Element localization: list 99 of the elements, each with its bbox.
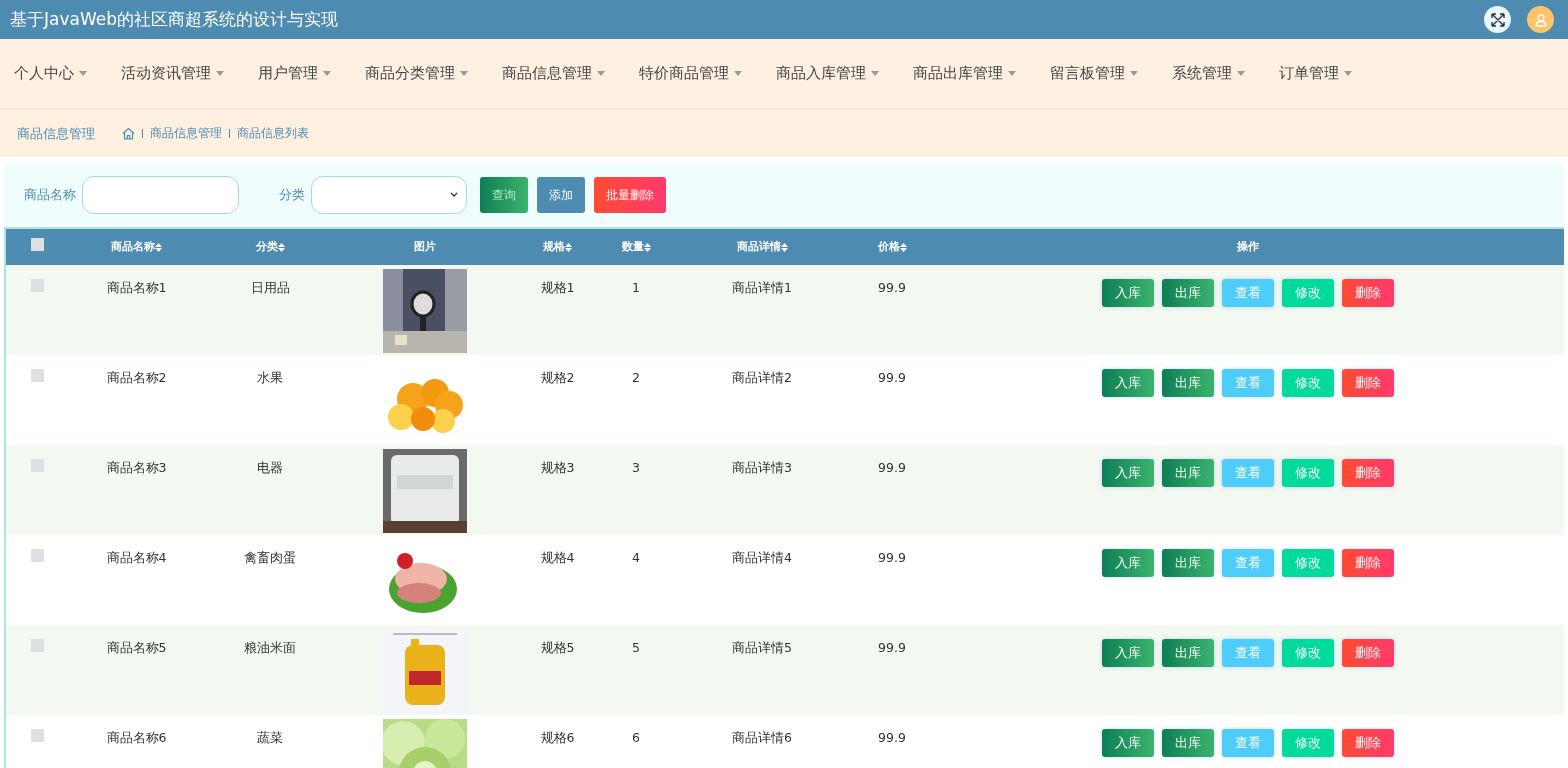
table-cell: 规格6 — [540, 730, 575, 746]
column-header: 操作 — [1237, 238, 1259, 255]
table-cell: 水果 — [257, 370, 283, 386]
toolbar-button[interactable]: 添加 — [537, 176, 585, 213]
table-cell: 99.9 — [878, 460, 906, 476]
select-all-checkbox[interactable] — [30, 237, 44, 251]
table-cell: 2 — [632, 370, 640, 386]
table-cell: 4 — [632, 550, 640, 566]
nav-menu-item[interactable]: 活动资讯管理 — [121, 62, 224, 85]
breadcrumb-link[interactable]: 商品信息列表 — [237, 124, 309, 143]
breadcrumb-separator-icon — [142, 128, 143, 138]
row-action-button[interactable]: 删除 — [1342, 729, 1394, 758]
table-cell: 99.9 — [878, 640, 906, 656]
toolbar-button[interactable]: 查询 — [480, 176, 528, 213]
row-action-button[interactable]: 出库 — [1162, 639, 1214, 668]
column-header[interactable]: 价格 — [877, 238, 900, 256]
table-cell: 规格4 — [540, 550, 575, 566]
table-cell: 商品详情3 — [732, 460, 792, 476]
table-cell: 5 — [632, 640, 640, 656]
table-cell: 规格3 — [540, 460, 575, 476]
table-cell: 规格2 — [540, 370, 575, 386]
field-label: 分类 — [279, 185, 305, 204]
sort-icon[interactable] — [899, 242, 907, 252]
nav-menu-item[interactable]: 商品出库管理 — [913, 62, 1016, 85]
row-checkbox[interactable] — [30, 549, 44, 563]
table-cell: 粮油米面 — [244, 640, 296, 656]
table-cell: 商品名称1 — [106, 280, 167, 296]
row-action-button[interactable]: 出库 — [1162, 549, 1214, 578]
nav-menu-item[interactable]: 商品入库管理 — [776, 62, 879, 85]
row-action-button[interactable]: 入库 — [1102, 639, 1154, 668]
row-action-button[interactable]: 入库 — [1102, 729, 1154, 758]
table-cell: 商品详情6 — [732, 730, 792, 746]
row-action-button[interactable]: 删除 — [1342, 369, 1394, 398]
column-header[interactable]: 商品名称 — [111, 238, 155, 256]
table-cell: 商品名称6 — [106, 730, 167, 746]
nav-menu-item[interactable]: 用户管理 — [258, 62, 331, 85]
table-cell: 商品详情5 — [732, 640, 792, 656]
column-header[interactable]: 规格 — [543, 238, 565, 256]
table-cell: 99.9 — [878, 370, 906, 386]
row-action-button[interactable]: 删除 — [1342, 279, 1394, 308]
row-action-button[interactable]: 删除 — [1342, 459, 1394, 488]
home-icon[interactable] — [122, 126, 135, 140]
table-cell: 规格5 — [540, 640, 575, 656]
sort-icon[interactable] — [565, 242, 572, 252]
nav-menu-item[interactable]: 商品信息管理 — [502, 62, 605, 85]
table-cell: 商品详情2 — [732, 370, 792, 386]
table-cell: 99.9 — [878, 280, 906, 296]
table-cell: 99.9 — [878, 550, 906, 566]
table-cell: 3 — [632, 460, 640, 476]
table-cell: 日用品 — [250, 280, 290, 296]
table-cell: 商品详情4 — [732, 550, 792, 566]
page-title: 商品信息管理 — [17, 124, 95, 143]
row-action-button[interactable]: 入库 — [1102, 369, 1154, 398]
fullscreen-icon[interactable] — [1484, 6, 1511, 34]
nav-menu-item[interactable]: 留言板管理 — [1050, 62, 1138, 85]
row-action-button[interactable]: 入库 — [1102, 549, 1154, 578]
nav-menu-item[interactable]: 商品分类管理 — [365, 62, 468, 85]
table-cell: 商品名称3 — [106, 460, 167, 476]
table-cell: 禽畜肉蛋 — [244, 550, 296, 566]
row-action-button[interactable]: 入库 — [1102, 459, 1154, 488]
search-field[interactable] — [82, 175, 239, 214]
sort-icon[interactable] — [277, 242, 285, 252]
breadcrumb-separator-icon — [229, 128, 230, 138]
row-action-button[interactable]: 出库 — [1162, 729, 1214, 758]
nav-menu-item[interactable]: 系统管理 — [1172, 62, 1245, 85]
table-cell: 商品名称2 — [106, 370, 167, 386]
table-cell: 商品名称4 — [106, 550, 167, 566]
toolbar-button[interactable]: 批量删除 — [594, 176, 666, 213]
row-checkbox[interactable] — [30, 369, 44, 383]
sort-icon[interactable] — [155, 242, 162, 252]
table-cell: 99.9 — [878, 730, 906, 746]
table-cell: 6 — [632, 730, 640, 746]
sort-icon[interactable] — [643, 242, 651, 252]
sort-icon[interactable] — [780, 242, 788, 252]
column-header[interactable]: 数量 — [621, 238, 644, 256]
row-action-button[interactable]: 删除 — [1342, 639, 1394, 668]
column-header[interactable]: 商品详情 — [736, 238, 781, 256]
row-action-button[interactable]: 出库 — [1162, 369, 1214, 398]
user-avatar-icon[interactable] — [1527, 6, 1554, 34]
table-cell: 电器 — [257, 460, 283, 476]
row-checkbox[interactable] — [30, 729, 44, 743]
table-cell: 商品详情1 — [732, 280, 792, 296]
row-action-button[interactable]: 出库 — [1162, 459, 1214, 488]
field-label: 商品名称 — [24, 185, 76, 204]
column-header: 图片 — [414, 238, 436, 255]
table-cell: 1 — [632, 280, 640, 296]
row-action-button[interactable]: 入库 — [1102, 279, 1154, 308]
nav-menu-item[interactable]: 订单管理 — [1279, 62, 1352, 85]
table-cell: 商品名称5 — [106, 640, 167, 656]
nav-menu-item[interactable]: 个人中心 — [14, 62, 87, 85]
chevron-icon — [450, 191, 458, 198]
app-title: 基于JavaWeb的社区商超系统的设计与实现 — [10, 7, 338, 31]
table-cell: 蔬菜 — [257, 730, 283, 746]
column-header[interactable]: 分类 — [255, 238, 278, 256]
row-action-button[interactable]: 删除 — [1342, 549, 1394, 578]
nav-menu-item[interactable]: 特价商品管理 — [639, 62, 742, 85]
table-cell: 规格1 — [540, 280, 575, 296]
breadcrumb-link[interactable]: 商品信息管理 — [150, 124, 222, 143]
row-action-button[interactable]: 出库 — [1162, 279, 1214, 308]
